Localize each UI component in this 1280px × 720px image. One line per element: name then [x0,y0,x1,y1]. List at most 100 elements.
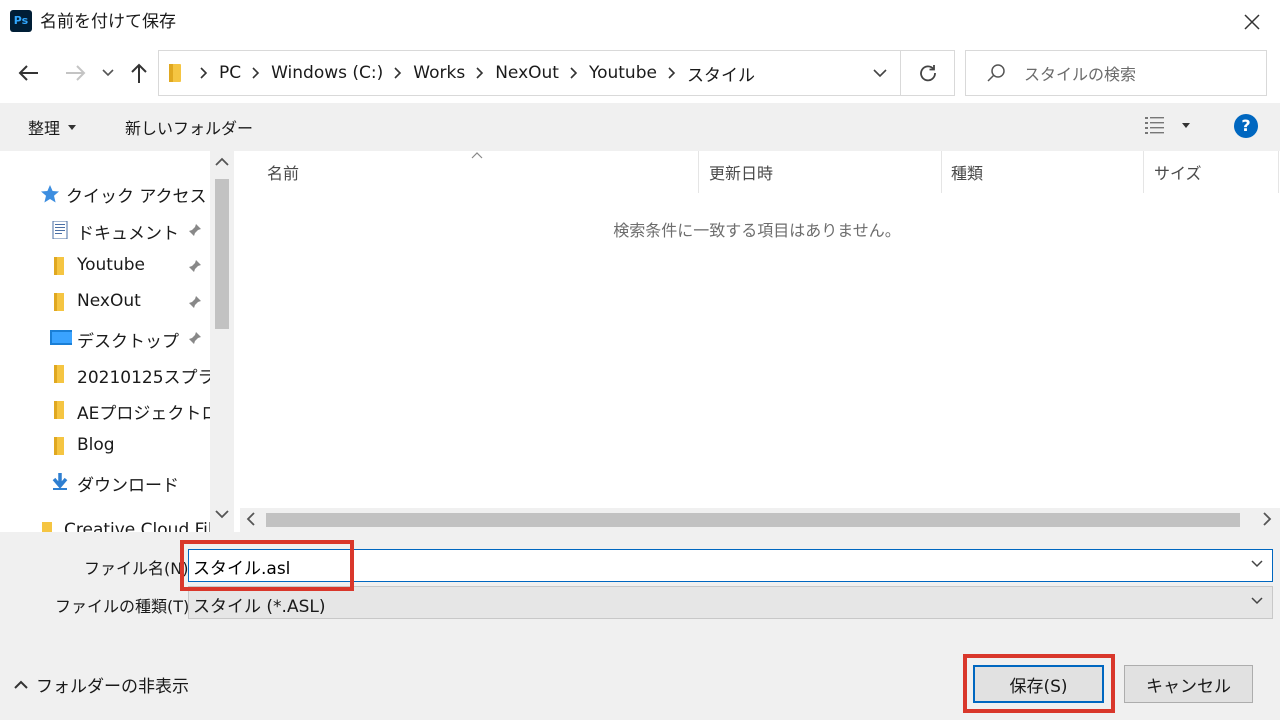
organize-button[interactable]: 整理 [28,103,77,151]
column-header-size[interactable]: サイズ [1154,151,1202,193]
nav-item-ae-project-log[interactable]: AEプロジェクトログ [0,393,210,427]
breadcrumb-item-nexout[interactable]: NexOut [495,63,559,83]
nav-item-label: ドキュメント [77,224,179,244]
nav-item-label: AEプロジェクトログ [77,404,210,424]
refresh-button[interactable] [901,50,955,96]
hide-folders-label: フォルダーの非表示 [36,677,189,697]
chevron-down-icon [102,69,114,77]
scroll-thumb[interactable] [266,513,1240,527]
scroll-left-icon[interactable] [246,512,256,526]
nav-item-nexout[interactable]: NexOut [0,285,210,319]
nav-item-label: Youtube [77,255,145,275]
breadcrumb-item-youtube[interactable]: Youtube [589,63,657,83]
new-folder-button[interactable]: 新しいフォルダー [125,103,253,151]
pin-icon [189,260,201,272]
chevron-up-icon [14,680,28,689]
nav-item-downloads[interactable]: ダウンロード [0,465,210,499]
scroll-thumb[interactable] [215,179,229,329]
navigation-scrollbar[interactable] [210,151,234,532]
forward-button[interactable] [60,58,90,88]
recent-locations-button[interactable] [98,58,118,88]
arrow-left-icon [18,65,38,81]
close-icon [1244,14,1260,30]
address-bar[interactable]: PC Windows (C:) Works NexOut Youtube スタイ… [158,50,901,96]
nav-item-documents[interactable]: ドキュメント [0,213,210,247]
nav-item-youtube[interactable]: Youtube [0,249,210,283]
chevron-right-icon [200,67,208,79]
folder-icon [42,522,52,532]
folder-icon [169,64,181,82]
search-box[interactable] [965,50,1267,96]
caret-down-icon [68,124,77,130]
nav-item-label: デスクトップ [77,332,179,352]
filename-label: ファイル名(N): [84,559,194,578]
scroll-up-icon[interactable] [215,157,229,167]
download-icon [52,473,68,490]
breadcrumb-item-windows-c[interactable]: Windows (C:) [271,63,383,83]
arrow-up-icon [131,63,147,83]
column-divider[interactable] [698,151,699,193]
address-history-dropdown[interactable] [859,51,901,95]
help-button[interactable]: ? [1234,114,1258,138]
column-divider[interactable] [941,151,942,193]
command-bar: 整理 新しいフォルダー [0,103,1280,151]
scroll-down-icon[interactable] [215,509,229,519]
filetype-label: ファイルの種類(T): [55,597,195,616]
close-button[interactable] [1224,0,1280,44]
folder-icon [54,401,64,419]
window-title: 名前を付けて保存 [40,12,176,32]
nav-item-label: 20210125スプラッ [77,368,210,388]
up-button[interactable] [126,58,152,88]
chevron-right-icon [570,67,578,79]
chevron-down-icon [873,68,887,77]
search-icon [987,64,1005,82]
nav-item-20210125-splash[interactable]: 20210125スプラッ [0,357,210,391]
pin-icon [189,296,201,308]
nav-quick-access[interactable]: クイック アクセス [40,182,207,207]
organize-label: 整理 [28,119,61,138]
view-options-button[interactable] [1144,115,1190,135]
desktop-icon [50,330,72,345]
column-header-type[interactable]: 種類 [951,151,983,193]
document-icon [52,221,68,239]
breadcrumb-item-pc[interactable]: PC [219,63,241,83]
arrow-right-icon [66,65,86,81]
folder-icon [54,437,64,455]
folder-icon [54,365,64,383]
sort-ascending-icon [471,152,483,159]
hide-folders-button[interactable]: フォルダーの非表示 [14,672,189,697]
column-divider[interactable] [1143,151,1144,193]
nav-item-label: NexOut [77,291,141,311]
empty-list-message: 検索条件に一致する項目はありません。 [613,221,901,240]
pin-icon [189,224,201,236]
photoshop-app-icon: Ps [10,10,32,32]
nav-item-desktop[interactable]: デスクトップ [0,321,210,355]
nav-item-label: Creative Cloud Files [64,520,210,532]
breadcrumb-item-style[interactable]: スタイル [687,61,755,86]
chevron-down-icon[interactable] [1251,560,1263,568]
navigation-pane: クイック アクセス ドキュメント Youtube NexOut デスクトップ 2… [0,151,210,532]
cancel-button[interactable]: キャンセル [1124,665,1253,703]
details-view-icon [1145,117,1164,134]
nav-item-label: Blog [77,435,115,455]
nav-item-creative-cloud-files[interactable]: Creative Cloud Files [0,514,210,532]
save-button-highlight-box [963,654,1115,713]
column-header-date-modified[interactable]: 更新日時 [709,151,773,193]
horizontal-scrollbar[interactable] [240,508,1280,532]
chevron-right-icon [668,67,676,79]
chevron-down-icon[interactable] [1251,597,1263,605]
pin-icon [189,332,201,344]
column-divider[interactable] [1278,151,1279,193]
breadcrumb: PC Windows (C:) Works NexOut Youtube スタイ… [189,51,755,95]
nav-item-blog[interactable]: Blog [0,429,210,463]
star-icon [41,185,59,203]
search-input[interactable] [1024,60,1254,88]
column-header-name[interactable]: 名前 [267,151,299,193]
back-button[interactable] [14,58,44,88]
quick-access-label: クイック アクセス [66,186,207,207]
breadcrumb-item-works[interactable]: Works [413,63,465,83]
scroll-right-icon[interactable] [1262,512,1272,526]
filename-highlight-box [180,540,354,591]
chevron-right-icon [394,67,402,79]
filetype-value: スタイル (*.ASL) [193,597,326,617]
